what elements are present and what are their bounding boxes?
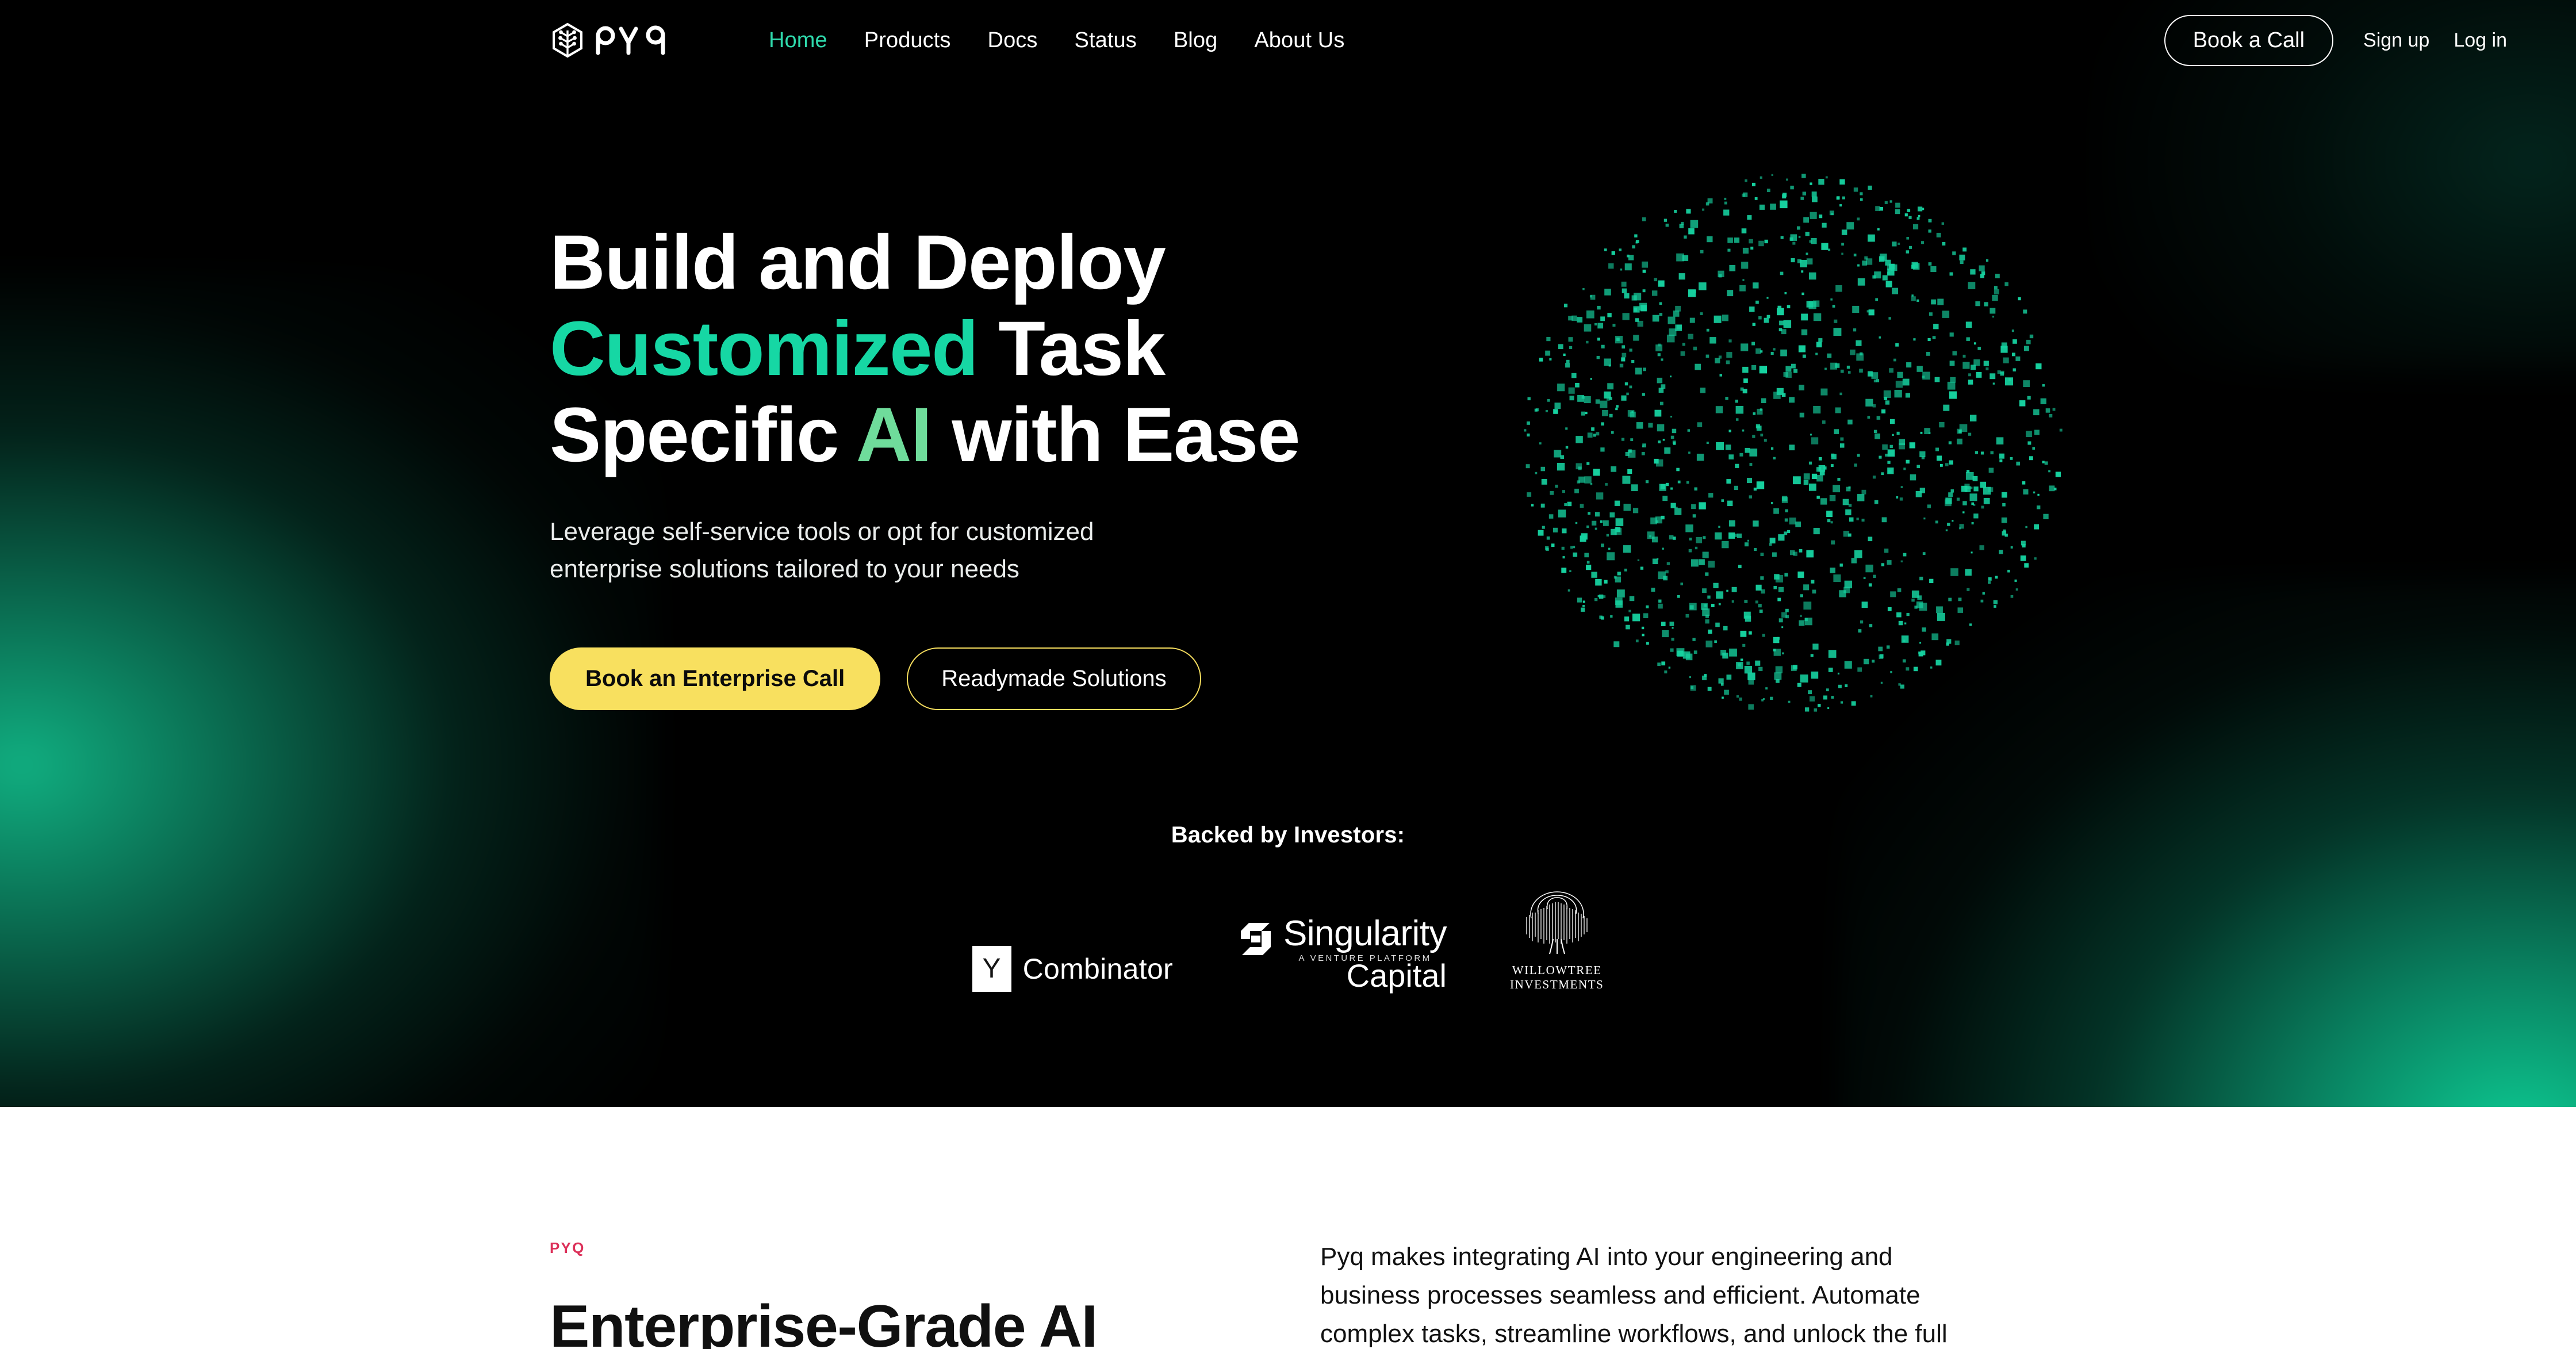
nav-actions: Book a Call Sign up Log in — [2164, 14, 2507, 66]
nav-item-blog[interactable]: Blog — [1174, 28, 1217, 53]
nav-links: Home Products Docs Status Blog About Us — [769, 28, 1344, 53]
section-eyebrow-label: PYQ — [550, 1239, 585, 1256]
willow-tree-icon — [1526, 891, 1588, 955]
hero-copy: Build and Deploy Customized Task Specifi… — [550, 220, 1355, 730]
investor-logo-y-combinator: Y Combinator — [972, 946, 1173, 992]
willowtree-line-1: WILLOWTREE — [1512, 963, 1602, 977]
headline-line-3-rest: with Ease — [931, 392, 1300, 478]
headline-line-3-pre: Specific — [550, 392, 856, 478]
willowtree-line-2: INVESTMENTS — [1510, 978, 1604, 991]
hero-section: Home Products Docs Status Blog About Us … — [0, 0, 2576, 1107]
nav-item-about-us[interactable]: About Us — [1254, 28, 1344, 53]
log-in-link[interactable]: Log in — [2454, 29, 2507, 52]
pyq-wordmark-icon — [596, 25, 665, 55]
y-combinator-name: Combinator — [1022, 953, 1174, 985]
singularity-capital-word: Capital — [1346, 957, 1447, 994]
sign-up-link[interactable]: Sign up — [2363, 29, 2429, 52]
headline-accent-ai: AI — [856, 392, 933, 478]
hero-body: Build and Deploy Customized Task Specifi… — [0, 81, 2576, 730]
investors-title: Backed by Investors: — [1171, 822, 1405, 848]
headline-accent-customized: Customized — [550, 306, 979, 392]
brand-logo-link[interactable] — [550, 22, 668, 58]
singularity-name: Singularity — [1283, 913, 1447, 953]
particle-sphere-svg — [1524, 174, 2063, 712]
nav-item-docs[interactable]: Docs — [988, 28, 1038, 53]
nav-item-status[interactable]: Status — [1075, 28, 1137, 53]
investors-section: Backed by Investors: Y Combinator Singul… — [0, 822, 2576, 992]
headline-line-1: Build and Deploy — [550, 220, 1166, 305]
hero-subtitle: Leverage self-service tools or opt for c… — [550, 518, 1094, 584]
enterprise-heading-column: PYQ Enterprise-Grade AI — [550, 1239, 1291, 1349]
y-combinator-letter: Y — [982, 953, 1001, 984]
singularity-text: Singularity A VENTURE PLATFORM Capital — [1283, 913, 1447, 994]
top-navigation-bar: Home Products Docs Status Blog About Us … — [0, 0, 2576, 81]
particle-sphere-graphic — [1505, 155, 2080, 730]
book-enterprise-call-button[interactable]: Book an Enterprise Call — [550, 647, 881, 711]
section-title: Enterprise-Grade AI — [550, 1293, 1098, 1349]
section-body-text: Pyq makes integrating AI into your engin… — [1320, 1243, 1948, 1348]
hero-cta-row: Book an Enterprise Call Readymade Soluti… — [550, 647, 1355, 711]
enterprise-grade-ai-section: PYQ Enterprise-Grade AI Pyq makes integr… — [0, 1107, 2576, 1349]
nav-item-home[interactable]: Home — [769, 28, 827, 53]
investor-logo-singularity-capital: Singularity A VENTURE PLATFORM Capital — [1236, 913, 1447, 994]
hexagon-tree-logo-icon — [553, 22, 582, 58]
headline-line-2-rest: Task — [977, 306, 1166, 392]
book-a-call-button[interactable]: Book a Call — [2164, 14, 2334, 66]
enterprise-body-column: Pyq makes integrating AI into your engin… — [1320, 1238, 1999, 1349]
singularity-mark-icon — [1241, 922, 1271, 955]
investor-logo-willowtree-investments: WILLOWTREE INVESTMENTS — [1510, 884, 1604, 992]
readymade-solutions-button[interactable]: Readymade Solutions — [907, 647, 1201, 711]
y-combinator-badge-icon: Y — [972, 946, 1011, 992]
nav-item-products[interactable]: Products — [864, 28, 951, 53]
hero-headline: Build and Deploy Customized Task Specifi… — [550, 220, 1355, 478]
investor-logo-row: Y Combinator Singularity A VENTURE PLATF… — [0, 884, 2576, 992]
